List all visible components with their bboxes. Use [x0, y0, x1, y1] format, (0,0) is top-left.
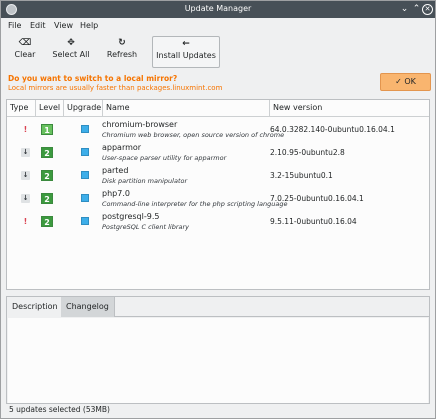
package-desc: PostgreSQL C client library — [102, 223, 189, 231]
col-level[interactable]: Level — [36, 100, 64, 117]
package-version: 2.10.95-0ubuntu2.8 — [270, 148, 345, 157]
package-name: apparmor — [102, 143, 142, 152]
level-badge: 1 — [41, 124, 53, 135]
menu-file[interactable]: File — [8, 21, 21, 30]
install-updates-button[interactable]: ← Install Updates — [152, 36, 220, 68]
table-row[interactable]: ↓ 2 apparmor User-space parser utility f… — [7, 142, 429, 165]
tab-strip: Description Changelog — [7, 297, 429, 317]
upgrade-checkbox[interactable] — [81, 148, 89, 156]
close-icon[interactable]: ✕ — [422, 4, 433, 15]
update-manager-window: Update Manager ⌄ ⌃ ✕ File Edit View Help… — [0, 0, 436, 419]
updates-table: Type Level Upgrade Name New version ! 1 … — [6, 99, 430, 290]
package-icon: ↓ — [21, 194, 30, 203]
table-header: Type Level Upgrade Name New version — [7, 100, 429, 117]
arrow-left-icon: ← — [182, 39, 190, 49]
menu-view[interactable]: View — [54, 21, 73, 30]
package-desc: Disk partition manipulator — [102, 177, 188, 185]
check-icon: ✓ — [395, 77, 402, 86]
col-version[interactable]: New version — [270, 100, 429, 117]
package-version: 9.5.11-0ubuntu0.16.04 — [270, 217, 357, 226]
tab-description[interactable]: Description — [7, 297, 64, 317]
security-icon: ! — [23, 217, 28, 226]
table-row[interactable]: ↓ 2 php7.0 Command-line interpreter for … — [7, 188, 429, 211]
mirror-infobar: Do you want to switch to a local mirror?… — [1, 70, 435, 96]
package-name: chromium-browser — [102, 120, 178, 129]
chevron-down-icon[interactable]: ⌄ — [399, 4, 410, 15]
package-version: 3.2-15ubuntu0.1 — [270, 171, 333, 180]
tab-content — [8, 318, 428, 403]
package-name: php7.0 — [102, 189, 130, 198]
package-icon: ↓ — [21, 171, 30, 180]
upgrade-checkbox[interactable] — [81, 217, 89, 225]
table-row[interactable]: ! 1 chromium-browser Chromium web browse… — [7, 119, 429, 142]
level-badge: 2 — [41, 170, 53, 181]
mirror-question: Do you want to switch to a local mirror? — [8, 74, 178, 83]
clear-icon: ⌫ — [18, 38, 32, 48]
menubar: File Edit View Help — [1, 18, 435, 34]
security-icon: ! — [23, 125, 28, 134]
window-title: Update Manager — [184, 4, 252, 13]
level-badge: 2 — [41, 193, 53, 204]
package-version: 64.0.3282.140-0ubuntu0.16.04.1 — [270, 125, 395, 134]
upgrade-checkbox[interactable] — [81, 125, 89, 133]
details-tabs: Description Changelog — [6, 296, 430, 404]
refresh-icon: ↻ — [118, 38, 126, 48]
col-upgrade[interactable]: Upgrade — [64, 100, 103, 117]
table-row[interactable]: ! 2 postgresql-9.5 PostgreSQL C client l… — [7, 211, 429, 234]
level-badge: 2 — [41, 147, 53, 158]
ok-button[interactable]: ✓ OK — [380, 73, 431, 91]
clear-button[interactable]: ⌫ Clear — [9, 36, 41, 68]
chevron-up-icon[interactable]: ⌃ — [411, 4, 422, 15]
titlebar[interactable]: Update Manager ⌄ ⌃ ✕ — [1, 1, 435, 18]
menu-help[interactable]: Help — [80, 21, 98, 30]
status-text: 5 updates selected (53MB) — [9, 405, 110, 414]
package-name: postgresql-9.5 — [102, 212, 160, 221]
table-row[interactable]: ↓ 2 parted Disk partition manipulator 3.… — [7, 165, 429, 188]
upgrade-checkbox[interactable] — [81, 171, 89, 179]
col-name[interactable]: Name — [103, 100, 270, 117]
package-desc: User-space parser utility for apparmor — [102, 154, 227, 162]
refresh-button[interactable]: ↻ Refresh — [103, 36, 141, 68]
select-all-icon: ✥ — [67, 38, 75, 48]
package-name: parted — [102, 166, 129, 175]
package-icon: ↓ — [21, 148, 30, 157]
toolbar: ⌫ Clear ✥ Select All ↻ Refresh ← Install… — [1, 34, 435, 70]
tab-changelog[interactable]: Changelog — [61, 297, 115, 317]
menu-edit[interactable]: Edit — [30, 21, 46, 30]
select-all-button[interactable]: ✥ Select All — [49, 36, 93, 68]
upgrade-checkbox[interactable] — [81, 194, 89, 202]
col-type[interactable]: Type — [7, 100, 36, 117]
mirror-hint: Local mirrors are usually faster than pa… — [8, 84, 223, 92]
package-desc: Chromium web browser, open source versio… — [102, 131, 285, 139]
package-version: 7.0.25-0ubuntu0.16.04.1 — [270, 194, 364, 203]
level-badge: 2 — [41, 216, 53, 227]
package-desc: Command-line interpreter for the php scr… — [102, 200, 288, 208]
